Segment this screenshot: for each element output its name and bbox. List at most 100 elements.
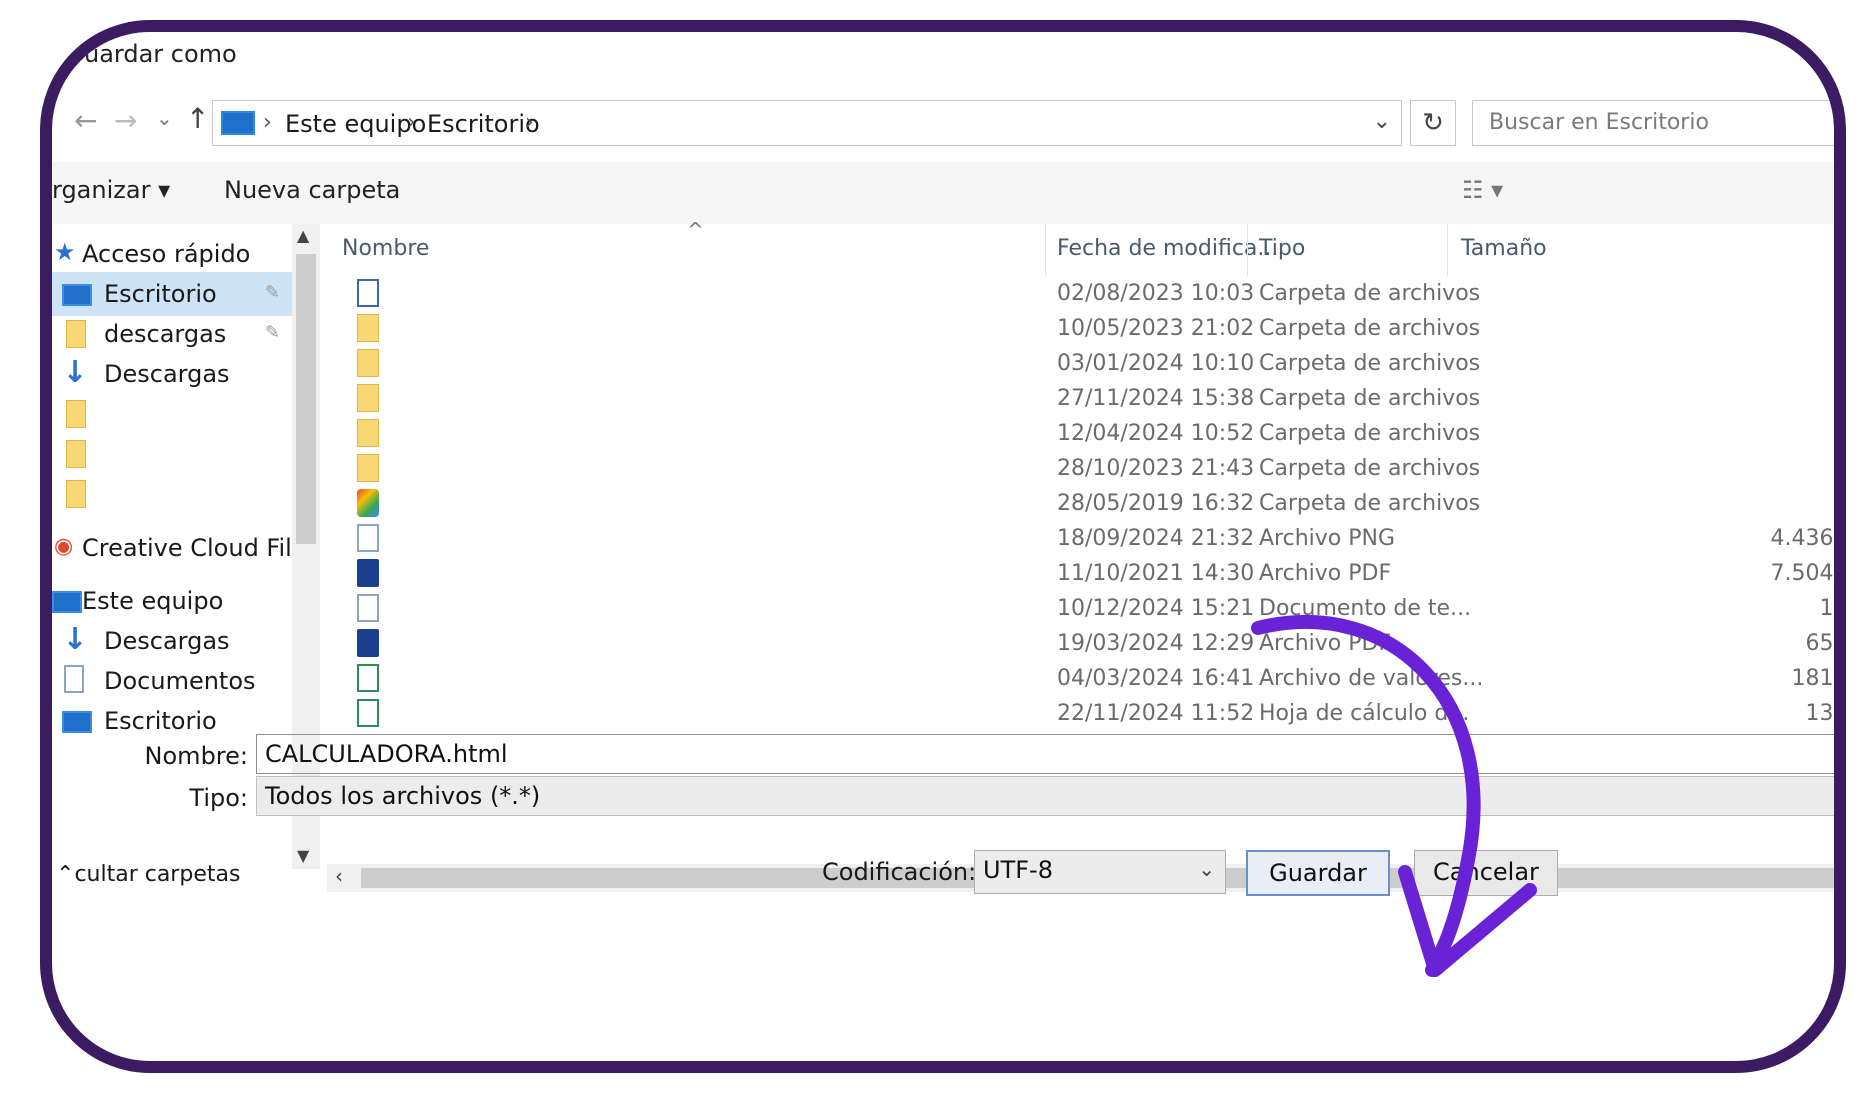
folder-icon bbox=[357, 419, 379, 447]
file-row[interactable]: 28/05/2019 16:32 Carpeta de archivos bbox=[327, 486, 1834, 521]
screenshot-frame: uardar como ← → ⌄ ↑ › Este equipo › Escr… bbox=[40, 20, 1846, 1073]
file-date: 04/03/2024 16:41 bbox=[1057, 666, 1255, 691]
nav-item-folder[interactable] bbox=[52, 472, 292, 516]
excel-icon bbox=[357, 699, 379, 727]
filetype-select[interactable]: Todos los archivos (*.*) bbox=[256, 776, 1834, 816]
column-header-size[interactable]: Tamaño bbox=[1461, 236, 1547, 261]
new-folder-button[interactable]: Nueva carpeta bbox=[224, 176, 400, 204]
computer-icon bbox=[52, 591, 82, 613]
file-type: Carpeta de archivos bbox=[1259, 281, 1481, 306]
file-date: 19/03/2024 12:29 bbox=[1057, 631, 1255, 656]
nav-label: Este equipo bbox=[82, 587, 224, 615]
nav-item-folder[interactable] bbox=[52, 432, 292, 476]
file-size: 7.504 KB bbox=[1770, 561, 1835, 586]
organize-button[interactable]: rganizar ▾ bbox=[52, 176, 170, 204]
file-date: 10/05/2023 21:02 bbox=[1057, 316, 1255, 341]
computer-icon bbox=[221, 111, 255, 135]
file-row[interactable]: 12/04/2024 10:52 Carpeta de archivos bbox=[327, 416, 1834, 451]
file-date: 22/11/2024 11:52 bbox=[1057, 701, 1255, 726]
refresh-icon[interactable]: ↻ bbox=[1410, 100, 1456, 146]
breadcrumb-este-equipo[interactable]: Este equipo bbox=[285, 110, 426, 138]
image-file-icon bbox=[357, 524, 379, 552]
scroll-left-icon[interactable]: ‹ bbox=[335, 864, 343, 888]
nav-item-escritorio[interactable]: Escritorio ✎ bbox=[52, 272, 292, 316]
nav-item-creative-cloud[interactable]: ◉ Creative Cloud Fil bbox=[52, 526, 292, 570]
column-header-type[interactable]: Tipo bbox=[1259, 236, 1305, 261]
nav-item-documentos[interactable]: Documentos bbox=[52, 659, 292, 703]
sort-indicator-icon: ^ bbox=[687, 218, 704, 242]
cancel-button[interactable]: Cancelar bbox=[1414, 850, 1558, 896]
nav-item-este-equipo[interactable]: Este equipo bbox=[52, 579, 292, 623]
file-type: Hoja de cálculo d... bbox=[1259, 701, 1470, 726]
dialog-title: uardar como bbox=[84, 40, 237, 68]
shortcut-icon bbox=[357, 279, 379, 307]
filetype-label: Tipo: bbox=[189, 784, 248, 812]
file-row[interactable]: 18/09/2024 21:32Archivo PNG 4.436 KB bbox=[327, 521, 1834, 556]
nav-item-descargas[interactable]: ↓ Descargas bbox=[52, 352, 292, 396]
chevron-down-icon: ⌄ bbox=[1198, 857, 1215, 881]
nav-item-quick-access[interactable]: ★ Acceso rápido bbox=[52, 232, 292, 276]
creative-cloud-icon: ◉ bbox=[54, 534, 74, 559]
star-icon: ★ bbox=[54, 238, 76, 266]
folder-icon bbox=[357, 349, 379, 377]
file-type: Archivo PNG bbox=[1259, 526, 1396, 551]
filename-input[interactable]: CALCULADORA.html bbox=[256, 734, 1834, 774]
file-row[interactable]: 27/11/2024 15:38 Carpeta de archivos bbox=[327, 381, 1834, 416]
command-toolbar: rganizar ▾ Nueva carpeta ☷ ▾ bbox=[52, 162, 1834, 224]
search-input[interactable]: Buscar en Escritorio bbox=[1472, 100, 1834, 146]
nav-label: descargas bbox=[104, 320, 227, 348]
column-header-name[interactable]: Nombre bbox=[342, 236, 429, 261]
file-type: Carpeta de archivos bbox=[1259, 421, 1481, 446]
pdf-icon bbox=[357, 559, 379, 587]
file-date: 03/01/2024 10:10 bbox=[1057, 351, 1255, 376]
file-date: 28/10/2023 21:43 bbox=[1057, 456, 1255, 481]
file-row[interactable]: 11/10/2021 14:30Archivo PDF 7.504 KB bbox=[327, 556, 1834, 591]
view-options-icon[interactable]: ☷ ▾ bbox=[1462, 176, 1503, 204]
file-type: Carpeta de archivos bbox=[1259, 351, 1481, 376]
back-arrow-icon[interactable]: ← bbox=[74, 104, 97, 137]
file-type: Archivo PDF bbox=[1259, 561, 1392, 586]
file-row[interactable]: 19/03/2024 12:29Archivo PDF 65 KB bbox=[327, 626, 1834, 661]
column-divider bbox=[1247, 224, 1248, 276]
nav-item-folder[interactable] bbox=[52, 392, 292, 436]
pin-icon: ✎ bbox=[264, 282, 280, 303]
download-icon: ↓ bbox=[62, 622, 88, 657]
encoding-select[interactable]: UTF-8 ⌄ bbox=[974, 850, 1226, 894]
file-row[interactable]: 03/01/2024 10:10 Carpeta de archivos bbox=[327, 346, 1834, 381]
file-type: Archivo de valores... bbox=[1259, 666, 1484, 691]
file-row[interactable]: 02/08/2023 10:03 Carpeta de archivos bbox=[327, 276, 1834, 311]
file-size: 181 KB bbox=[1791, 666, 1834, 691]
pdf-icon bbox=[357, 629, 379, 657]
breadcrumb-escritorio[interactable]: Escritorio bbox=[427, 110, 540, 138]
file-row[interactable]: 22/11/2024 11:52Hoja de cálculo d... 13 K… bbox=[327, 696, 1834, 731]
file-row[interactable]: 04/03/2024 16:41 Archivo de valores... 181… bbox=[327, 661, 1834, 696]
scroll-down-icon[interactable]: ▼ bbox=[297, 846, 309, 865]
file-date: 18/09/2024 21:32 bbox=[1057, 526, 1255, 551]
file-row[interactable]: 28/10/2023 21:43 Carpeta de archivos bbox=[327, 451, 1834, 486]
nav-label: Escritorio bbox=[104, 280, 217, 308]
file-size: 4.436 KB bbox=[1770, 526, 1835, 551]
breadcrumb-chevron-icon: › bbox=[525, 110, 534, 135]
hide-folders-toggle[interactable]: ⌃cultar carpetas bbox=[56, 862, 240, 887]
hide-folders-label: cultar carpetas bbox=[74, 862, 241, 887]
up-arrow-icon[interactable]: ↑ bbox=[186, 102, 209, 135]
save-button[interactable]: Guardar bbox=[1246, 850, 1390, 896]
nav-item-descargas-pc[interactable]: ↓ Descargas bbox=[52, 619, 292, 663]
nav-item-descargas-lower[interactable]: descargas ✎ bbox=[52, 312, 292, 356]
breadcrumb-chevron-icon: › bbox=[407, 110, 416, 135]
nav-label: Documentos bbox=[104, 667, 256, 695]
scrollbar-thumb[interactable] bbox=[296, 254, 316, 544]
column-header-date[interactable]: Fecha de modifica... bbox=[1057, 236, 1278, 261]
file-row[interactable]: 10/05/2023 21:02 Carpeta de archivos bbox=[327, 311, 1834, 346]
scroll-up-icon[interactable]: ▲ bbox=[297, 226, 309, 245]
address-dropdown-icon[interactable]: ⌄ bbox=[1373, 109, 1391, 134]
file-type: Archivo PDF bbox=[1259, 631, 1392, 656]
file-type: Carpeta de archivos bbox=[1259, 316, 1481, 341]
file-row[interactable]: 10/12/2024 15:21Documento de te... 1 KB bbox=[327, 591, 1834, 626]
file-type: Documento de te... bbox=[1259, 596, 1472, 621]
forward-arrow-icon[interactable]: → bbox=[114, 104, 137, 137]
file-size: 1 KB bbox=[1819, 596, 1834, 621]
file-size: 13 KB bbox=[1805, 701, 1834, 726]
address-bar[interactable]: › Este equipo › Escritorio › ⌄ bbox=[212, 100, 1402, 146]
recent-locations-icon[interactable]: ⌄ bbox=[156, 106, 173, 130]
